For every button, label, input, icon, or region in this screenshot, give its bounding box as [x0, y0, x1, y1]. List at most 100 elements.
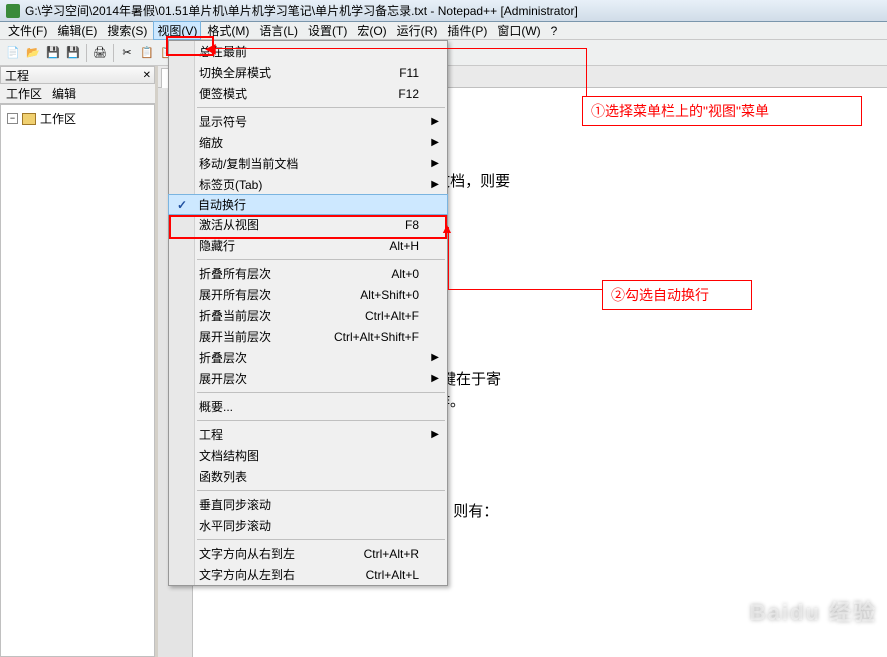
- annotation-1: ①选择菜单栏上的"视图"菜单: [582, 96, 862, 126]
- menu-item-label: 概要...: [199, 398, 233, 415]
- menu-item-label: 折叠当前层次: [199, 307, 271, 324]
- menu-item[interactable]: 标签页(Tab) ▶: [169, 174, 447, 195]
- menu-shortcut: Ctrl+Alt+Shift+F: [334, 330, 419, 344]
- submenu-arrow-icon: ▶: [431, 179, 439, 190]
- menu-run[interactable]: 运行(R): [393, 21, 442, 40]
- check-icon: ✓: [177, 198, 187, 212]
- submenu-arrow-icon: ▶: [431, 116, 439, 127]
- print-icon[interactable]: 🖨: [91, 44, 109, 62]
- cut-icon[interactable]: ✂: [118, 44, 136, 62]
- menu-item-label: 激活从视图: [199, 216, 259, 233]
- menu-item[interactable]: 切换全屏模式 F11: [169, 62, 447, 83]
- menu-shortcut: Ctrl+Alt+L: [366, 568, 419, 582]
- save-icon[interactable]: 💾: [44, 44, 62, 62]
- menu-item[interactable]: 折叠所有层次 Alt+0: [169, 263, 447, 284]
- menu-item-label: 便签模式: [199, 85, 247, 102]
- panel-close-icon[interactable]: ✕: [143, 70, 151, 81]
- menu-shortcut: F12: [398, 87, 419, 101]
- menu-item-label: 标签页(Tab): [199, 176, 262, 193]
- menu-item-label: 缩放: [199, 134, 223, 151]
- menu-item-label: 折叠所有层次: [199, 265, 271, 282]
- new-file-icon[interactable]: 📄: [4, 44, 22, 62]
- annotation-2: ②勾选自动换行: [602, 280, 752, 310]
- submenu-arrow-icon: ▶: [431, 373, 439, 384]
- menu-item[interactable]: 垂直同步滚动: [169, 494, 447, 515]
- menu-item-label: 隐藏行: [199, 237, 235, 254]
- app-logo-icon: [6, 4, 20, 18]
- menu-item[interactable]: 便签模式 F12: [169, 83, 447, 104]
- view-dropdown-menu: 总在最前切换全屏模式F11便签模式F12显示符号▶缩放▶移动/复制当前文档▶标签…: [168, 40, 448, 586]
- menu-macro[interactable]: 宏(O): [353, 21, 390, 40]
- submenu-arrow-icon: ▶: [431, 352, 439, 363]
- menu-help[interactable]: ?: [547, 23, 562, 39]
- menu-item-label: 文档结构图: [199, 447, 259, 464]
- menu-shortcut: Ctrl+Alt+R: [364, 547, 419, 561]
- tree-expand-icon[interactable]: −: [7, 113, 18, 124]
- menu-item[interactable]: 文档结构图: [169, 445, 447, 466]
- menu-item[interactable]: 文字方向从右到左 Ctrl+Alt+R: [169, 543, 447, 564]
- submenu-arrow-icon: ▶: [431, 137, 439, 148]
- menu-item-label: 展开所有层次: [199, 286, 271, 303]
- menu-search[interactable]: 搜索(S): [103, 21, 151, 40]
- menu-item-label: 水平同步滚动: [199, 517, 271, 534]
- copy-icon[interactable]: 📋: [138, 44, 156, 62]
- submenu-arrow-icon: ▶: [431, 429, 439, 440]
- menu-shortcut: Ctrl+Alt+F: [365, 309, 419, 323]
- menu-item-label: 垂直同步滚动: [199, 496, 271, 513]
- menu-item[interactable]: 工程 ▶: [169, 424, 447, 445]
- menu-item[interactable]: 折叠当前层次 Ctrl+Alt+F: [169, 305, 447, 326]
- menu-shortcut: Alt+H: [389, 239, 419, 253]
- menu-view[interactable]: 视图(V): [153, 21, 201, 40]
- window-title: G:\学习空间\2014年暑假\01.51单片机\单片机学习笔记\单片机学习备忘…: [25, 2, 578, 19]
- menu-item-label: 展开当前层次: [199, 328, 271, 345]
- menu-format[interactable]: 格式(M): [203, 21, 253, 40]
- menu-item-label: 自动换行: [198, 196, 246, 213]
- panel-title: 工程: [5, 67, 29, 84]
- submenu-arrow-icon: ▶: [431, 158, 439, 169]
- menu-item[interactable]: 移动/复制当前文档 ▶: [169, 153, 447, 174]
- menu-item[interactable]: 缩放 ▶: [169, 132, 447, 153]
- menu-shortcut: F11: [399, 66, 419, 80]
- menu-item-label: 切换全屏模式: [199, 64, 271, 81]
- menu-shortcut: Alt+0: [391, 267, 419, 281]
- menu-item[interactable]: 折叠层次 ▶: [169, 347, 447, 368]
- menu-item-label: 展开层次: [199, 370, 247, 387]
- menubar: 文件(F) 编辑(E) 搜索(S) 视图(V) 格式(M) 语言(L) 设置(T…: [0, 22, 887, 40]
- menu-plugins[interactable]: 插件(P): [443, 21, 491, 40]
- menu-file[interactable]: 文件(F): [4, 21, 51, 40]
- menu-edit[interactable]: 编辑(E): [53, 21, 101, 40]
- menu-item-label: 移动/复制当前文档: [199, 155, 298, 172]
- menu-item[interactable]: 水平同步滚动: [169, 515, 447, 536]
- menu-item[interactable]: 显示符号 ▶: [169, 111, 447, 132]
- menu-item[interactable]: 展开层次 ▶: [169, 368, 447, 389]
- menu-item[interactable]: 文字方向从左到右 Ctrl+Alt+L: [169, 564, 447, 585]
- menu-item-label: 工程: [199, 426, 223, 443]
- menu-item-label: 显示符号: [199, 113, 247, 130]
- project-tree[interactable]: − 工作区: [0, 104, 155, 657]
- panel-header: 工程 ✕: [0, 66, 155, 84]
- menu-item-label: 文字方向从右到左: [199, 545, 295, 562]
- panel-subheader: 工作区 编辑: [0, 84, 155, 104]
- menu-item[interactable]: 展开当前层次 Ctrl+Alt+Shift+F: [169, 326, 447, 347]
- menu-item[interactable]: 展开所有层次Alt+Shift+0: [169, 284, 447, 305]
- menu-item[interactable]: 概要...: [169, 396, 447, 417]
- menu-settings[interactable]: 设置(T): [304, 21, 351, 40]
- folder-icon: [22, 113, 36, 125]
- menu-item-label: 函数列表: [199, 468, 247, 485]
- menu-item[interactable]: 激活从视图 F8: [169, 214, 447, 235]
- tree-root-node[interactable]: − 工作区: [5, 109, 150, 128]
- open-file-icon[interactable]: 📂: [24, 44, 42, 62]
- menu-item-label: 文字方向从左到右: [199, 566, 295, 583]
- menu-item[interactable]: 函数列表: [169, 466, 447, 487]
- menu-item[interactable]: ✓ 自动换行: [168, 194, 448, 215]
- menu-window[interactable]: 窗口(W): [493, 21, 544, 40]
- menu-item[interactable]: 总在最前: [169, 41, 447, 62]
- tree-root-label: 工作区: [40, 110, 76, 127]
- project-panel: 工程 ✕ 工作区 编辑 − 工作区: [0, 66, 158, 657]
- window-titlebar: G:\学习空间\2014年暑假\01.51单片机\单片机学习笔记\单片机学习备忘…: [0, 0, 887, 22]
- menu-item-label: 折叠层次: [199, 349, 247, 366]
- menu-language[interactable]: 语言(L): [255, 21, 302, 40]
- save-all-icon[interactable]: 💾: [64, 44, 82, 62]
- menu-item[interactable]: 隐藏行 Alt+H: [169, 235, 447, 256]
- menu-shortcut: F8: [405, 218, 419, 232]
